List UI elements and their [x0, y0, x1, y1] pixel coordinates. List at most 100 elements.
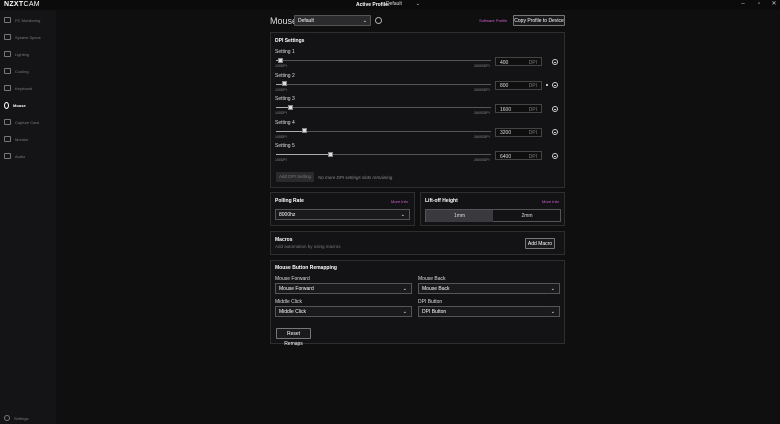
dpi-min-label: 100DPI [275, 87, 287, 92]
dpi-value-input[interactable]: 6400 DPI [495, 151, 542, 160]
sidebar-item-monitor[interactable]: Monitor [4, 134, 54, 144]
sidebar-item-cooling[interactable]: Cooling [4, 66, 54, 76]
dpi-slider-thumb[interactable] [302, 128, 307, 133]
dpi-value-input[interactable]: 400 DPI [495, 57, 542, 66]
mouse-forward-select[interactable]: Mouse Forward ⌄ [275, 283, 412, 294]
dpi-max-label: 26000DPI [474, 87, 490, 92]
middle-click-select[interactable]: Middle Click ⌄ [275, 306, 412, 317]
dpi-slider-track[interactable] [276, 128, 491, 133]
sidebar-item-capture-card[interactable]: Capture Card [4, 117, 54, 127]
minimize-button[interactable]: – [739, 1, 747, 8]
maximize-button[interactable]: ▫ [755, 1, 763, 8]
title-bar: NZXTCAM Active Profile: Default ⌄ – ▫ ✕ [0, 0, 780, 10]
mouse-back-select[interactable]: Mouse Back ⌄ [418, 283, 560, 294]
specs-icon [4, 34, 11, 40]
cooling-icon [4, 68, 11, 74]
dpi-slider-track[interactable] [276, 81, 491, 86]
dpi-value: 400 [500, 59, 509, 66]
dpi-slider-thumb[interactable] [288, 104, 293, 110]
add-dpi-setting-button[interactable]: Add DPI Setting [276, 172, 314, 182]
dpi-max-label: 26000DPI [474, 64, 490, 68]
sidebar-item-label: PC Monitoring [15, 17, 41, 23]
monitor-icon [4, 136, 11, 142]
dpi-value-input[interactable]: 800 DPI [495, 80, 542, 90]
active-profile-value: Default [386, 1, 402, 7]
polling-rate-select[interactable]: 8000hz ⌄ [275, 209, 410, 220]
middle-click-value: Middle Click [279, 309, 306, 315]
dpi-max-label: 26000DPI [474, 111, 490, 115]
remove-setting-icon[interactable] [552, 82, 558, 88]
close-button[interactable]: ✕ [770, 1, 778, 8]
logo-sub: CAM [23, 1, 40, 8]
dpi-value: 3200 [500, 130, 512, 136]
remove-setting-icon[interactable] [552, 58, 558, 65]
keyboard-icon [4, 85, 11, 91]
dpi-value-input[interactable]: 3200 DPI [495, 127, 542, 137]
dpi-slider-fill [276, 130, 302, 132]
copy-profile-button[interactable]: Copy Profile to Device [513, 15, 565, 26]
add-macro-button[interactable]: Add Macro [525, 238, 555, 249]
sidebar-item-label: Mouse [13, 102, 26, 108]
dpi-slider-track[interactable] [276, 57, 491, 63]
polling-more-info-link[interactable]: More Info [391, 199, 408, 204]
macros-description: Add automation by using macros [275, 244, 341, 249]
chevron-down-icon: ⌄ [362, 18, 367, 24]
app-logo: NZXTCAM [4, 1, 40, 8]
gear-icon[interactable] [375, 17, 382, 24]
dpi-min-label: 100DPI [275, 64, 287, 68]
dpi-setting-label: Setting 5 [275, 143, 295, 149]
lighting-icon [4, 51, 11, 57]
dpi-slider-thumb[interactable] [282, 81, 287, 86]
dpi-setting-label: Setting 4 [275, 119, 295, 126]
software-profile-link[interactable]: Software Profile [479, 18, 507, 23]
liftoff-more-info-link[interactable]: More Info [542, 199, 559, 204]
sidebar-item-audio[interactable]: Audio [4, 151, 54, 161]
dpi-unit: DPI [528, 130, 537, 136]
page-title: Mouse [270, 16, 298, 26]
dpi-min-label: 100DPI [275, 134, 287, 139]
dpi-unit: DPI [528, 83, 537, 89]
sidebar-item-label: System Specs [15, 34, 41, 40]
sidebar-item-mouse[interactable]: Mouse [4, 100, 54, 110]
dpi-slider-thumb[interactable] [328, 151, 333, 157]
dpi-button-value: DPI Button [422, 309, 447, 315]
dpi-button-select[interactable]: DPI Button ⌄ [418, 306, 560, 317]
chevron-down-icon: ⌄ [550, 286, 555, 292]
chevron-down-icon: ⌄ [402, 309, 407, 315]
active-profile-label: Active Profile: [356, 2, 390, 8]
dpi-setting-label: Setting 3 [275, 96, 295, 102]
capture-card-icon [4, 119, 11, 125]
dpi-min-label: 100DPI [275, 158, 287, 162]
chevron-down-icon: ⌄ [402, 286, 407, 292]
reset-remaps-button[interactable]: Reset Remaps [276, 328, 311, 347]
device-select-value: Default [298, 18, 314, 24]
sidebar-item-lighting[interactable]: Lighting [4, 49, 54, 59]
mouse-forward-label: Mouse Forward [275, 276, 310, 282]
device-select[interactable]: Default ⌄ [294, 15, 371, 26]
liftoff-option-2mm[interactable]: 2mm [494, 210, 560, 222]
mouse-back-value: Mouse Back [422, 286, 450, 292]
liftoff-option-1mm[interactable]: 1mm [426, 209, 493, 222]
sidebar-item-system-specs[interactable]: System Specs [4, 32, 54, 42]
dpi-value: 800 [500, 83, 509, 89]
active-profile-dropdown[interactable]: Default ⌄ [386, 1, 420, 8]
sidebar-item-settings[interactable]: Settings [4, 413, 54, 423]
dpi-value-input[interactable]: 1600 DPI [495, 104, 542, 113]
middle-click-label: Middle Click [275, 299, 302, 305]
dpi-slider-fill [276, 154, 328, 155]
dpi-slider-track[interactable] [276, 151, 491, 157]
dpi-slider-track[interactable] [276, 104, 491, 110]
remove-setting-icon[interactable] [552, 105, 558, 112]
polling-rate-title: Polling Rate [275, 198, 304, 204]
dpi-max-label: 26000DPI [474, 158, 490, 162]
remove-setting-icon[interactable] [552, 152, 558, 159]
sidebar-item-keyboard[interactable]: Keyboard [4, 83, 54, 93]
dpi-value: 6400 [500, 153, 512, 160]
dpi-min-label: 100DPI [275, 111, 287, 115]
audio-icon [4, 153, 11, 159]
monitoring-icon [4, 17, 11, 23]
remove-setting-icon[interactable] [552, 129, 558, 135]
sidebar-item-pc-monitoring[interactable]: PC Monitoring [4, 15, 54, 25]
dpi-slider-thumb[interactable] [278, 57, 283, 63]
macros-panel [270, 231, 565, 255]
